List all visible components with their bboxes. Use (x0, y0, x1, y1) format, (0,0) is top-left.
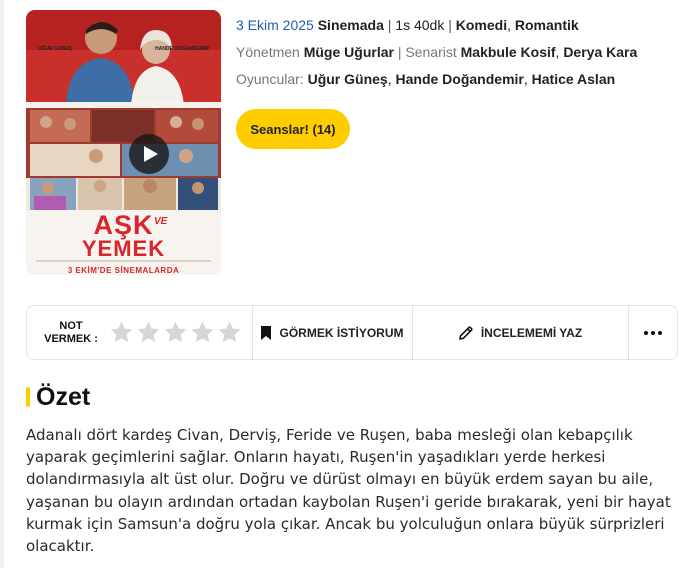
meta-crew-row: Yönetmen Müge Uğurlar | Senarist Makbule… (236, 43, 686, 61)
poster-title-line2: YEMEK (81, 236, 166, 261)
separator: | (448, 17, 452, 33)
rating-section: NOT VERMEK : (27, 306, 253, 359)
comma: , (507, 17, 515, 33)
write-review-label: İNCELEMEMİ YAZ (480, 325, 583, 340)
cast-label: Oyuncular: (236, 71, 304, 87)
separator: | (387, 17, 392, 33)
director-link[interactable]: Müge Uğurlar (304, 44, 394, 60)
rate-label-line1: NOT (59, 319, 83, 332)
separator: | (397, 44, 402, 60)
star-icon-2[interactable] (136, 320, 161, 345)
write-review-button[interactable]: İNCELEMEMİ YAZ (413, 306, 629, 359)
movie-page: UĞUR GÜNEŞ HANDE DOĞANDEMİR AŞK VE YEMEK… (0, 0, 690, 568)
star-icon-1[interactable] (109, 320, 134, 345)
rate-label-line2: VERMEK : (44, 332, 98, 345)
more-options-button[interactable] (629, 306, 677, 359)
watchlist-label: GÖRMEK İSTİYORUM (279, 325, 404, 340)
genre-link-romance[interactable]: Romantik (515, 17, 579, 33)
poster-actor-left: UĞUR GÜNEŞ (38, 46, 72, 52)
pencil-icon (459, 325, 473, 340)
meta-release-row: 3 Ekim 2025 Sinemada | 1s 40dk | Komedi,… (236, 16, 686, 34)
release-date-link[interactable]: 3 Ekim 2025 (236, 17, 314, 33)
star-icon-3[interactable] (163, 320, 188, 345)
comma: , (523, 71, 532, 87)
play-icon (143, 146, 158, 162)
summary-accent-bar (26, 387, 30, 407)
summary-heading: Özet (26, 382, 90, 412)
left-divider (0, 0, 4, 568)
comma: , (387, 71, 396, 87)
bookmark-icon (261, 325, 272, 340)
watchlist-button[interactable]: GÖRMEK İSTİYORUM (253, 306, 413, 359)
summary-title: Özet (36, 383, 91, 411)
cast-link-3[interactable]: Hatice Aslan (532, 71, 616, 87)
movie-meta: 3 Ekim 2025 Sinemada | 1s 40dk | Komedi,… (236, 16, 686, 97)
rate-label: NOT VERMEK : (41, 320, 101, 346)
meta-cast-row: Oyuncular: Uğur Güneş, Hande Doğandemir,… (236, 70, 686, 88)
cast-link-1[interactable]: Uğur Güneş (308, 71, 388, 87)
action-bar: NOT VERMEK : GÖRMEK İSTİYORUM İNCELEMEMİ… (26, 305, 678, 360)
writer-label: Senarist (405, 44, 457, 60)
rating-stars (109, 320, 242, 345)
release-status: Sinemada (317, 17, 384, 33)
star-icon-5[interactable] (217, 320, 242, 345)
writer-link-1[interactable]: Makbule Kosif (461, 44, 556, 60)
summary-text: Adanalı dört kardeş Civan, Derviş, Ferid… (26, 426, 671, 556)
movie-poster[interactable]: UĞUR GÜNEŞ HANDE DOĞANDEMİR AŞK VE YEMEK… (26, 10, 221, 275)
director-label: Yönetmen (236, 44, 300, 60)
poster-release-text: 3 EKİM'DE SİNEMALARDA (67, 266, 180, 275)
trailer-play-button[interactable] (129, 134, 169, 174)
duration: 1s 40dk (395, 17, 445, 33)
poster-title-line1: AŞK (93, 210, 154, 240)
more-icon (644, 330, 662, 335)
star-icon-4[interactable] (190, 320, 215, 345)
poster-title-ve: VE (154, 216, 168, 227)
writer-link-2[interactable]: Derya Kara (563, 44, 637, 60)
poster-actor-right: HANDE DOĞANDEMİR (155, 46, 209, 52)
genre-link-comedy[interactable]: Komedi (456, 17, 507, 33)
cast-link-2[interactable]: Hande Doğandemir (396, 71, 524, 87)
sessions-button[interactable]: Seanslar! (14) (236, 109, 350, 149)
